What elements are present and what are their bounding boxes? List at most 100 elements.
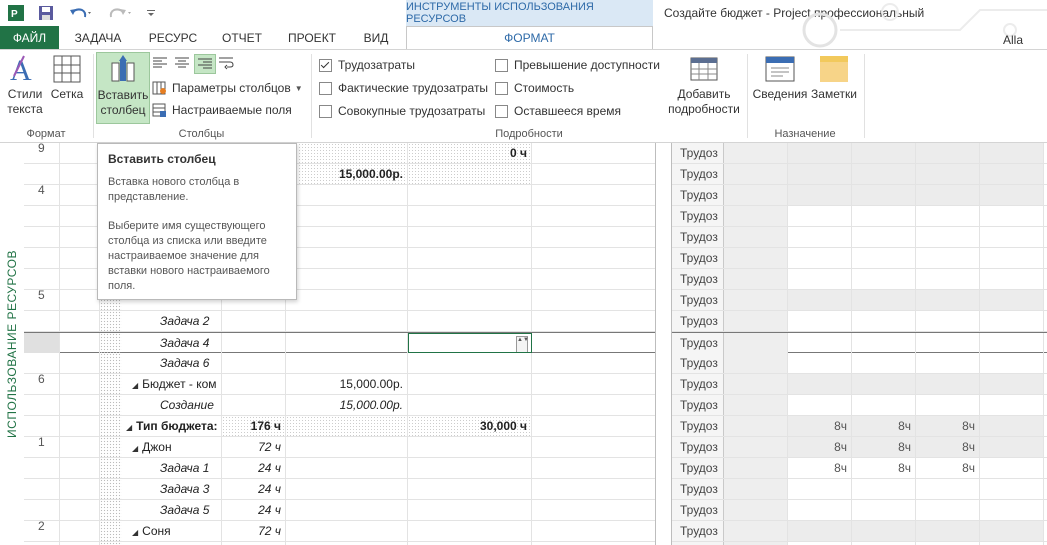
row-id[interactable] bbox=[24, 395, 60, 415]
timephased-cell[interactable] bbox=[852, 500, 916, 520]
detail-cell[interactable]: 30,000 ч bbox=[408, 416, 532, 436]
timephased-cell[interactable] bbox=[724, 333, 788, 353]
cost-cell[interactable] bbox=[286, 521, 408, 541]
cost-cell[interactable] bbox=[286, 437, 408, 457]
row-id[interactable]: 5 bbox=[24, 290, 60, 310]
timephased-cell[interactable] bbox=[916, 395, 980, 415]
timephased-cell[interactable] bbox=[916, 311, 980, 331]
timephased-row[interactable]: Трудоз 8ч 8ч 8ч bbox=[672, 437, 1047, 458]
timephased-cell[interactable] bbox=[916, 185, 980, 205]
work-cell[interactable]: 72 ч bbox=[222, 521, 286, 541]
cost-cell[interactable] bbox=[286, 185, 408, 205]
table-row[interactable]: Задача 5 24 ч bbox=[24, 500, 672, 521]
timephased-cell[interactable] bbox=[724, 143, 788, 163]
timephased-row[interactable]: Трудоз bbox=[672, 353, 1047, 374]
detail-cell[interactable] bbox=[408, 437, 532, 457]
empty-cell[interactable] bbox=[532, 206, 672, 226]
detail-cell[interactable] bbox=[408, 353, 532, 373]
empty-cell[interactable] bbox=[532, 227, 672, 247]
resource-name-cell[interactable]: Задача 5 bbox=[122, 500, 222, 520]
timephased-cell[interactable]: 8ч bbox=[916, 458, 980, 478]
work-cell[interactable] bbox=[222, 311, 286, 331]
table-row[interactable]: Задача 4 ▲▼ bbox=[24, 332, 672, 353]
remaining-availability-checkbox[interactable]: Оставшееся время bbox=[495, 104, 621, 118]
timephased-cell[interactable] bbox=[852, 374, 916, 394]
empty-cell[interactable] bbox=[532, 479, 672, 499]
timephased-row[interactable]: Трудоз bbox=[672, 248, 1047, 269]
timephased-cell[interactable] bbox=[852, 333, 916, 353]
timephased-cell[interactable] bbox=[788, 290, 852, 310]
cost-cell[interactable] bbox=[286, 479, 408, 499]
empty-cell[interactable] bbox=[532, 185, 672, 205]
notes-button[interactable]: Заметки bbox=[808, 52, 860, 102]
empty-cell[interactable] bbox=[532, 458, 672, 478]
cost-cell[interactable] bbox=[286, 416, 408, 436]
timephased-cell[interactable] bbox=[980, 500, 1044, 520]
timephased-cell[interactable] bbox=[788, 333, 852, 353]
timephased-row[interactable]: Трудоз bbox=[672, 164, 1047, 185]
timephased-cell[interactable] bbox=[852, 227, 916, 247]
information-button[interactable]: Сведения bbox=[752, 52, 808, 102]
timephased-cell[interactable] bbox=[980, 353, 1044, 373]
timephased-cell[interactable]: 8ч bbox=[788, 458, 852, 478]
cost-cell[interactable] bbox=[286, 143, 408, 163]
timephased-cell[interactable] bbox=[852, 143, 916, 163]
timephased-cell[interactable] bbox=[980, 248, 1044, 268]
timephased-cell[interactable] bbox=[980, 437, 1044, 457]
timephased-cell[interactable] bbox=[852, 395, 916, 415]
detail-cell[interactable] bbox=[408, 395, 532, 415]
timephased-cell[interactable] bbox=[980, 479, 1044, 499]
table-row[interactable]: 2 ◢ Соня 72 ч bbox=[24, 521, 672, 542]
timephased-cell[interactable] bbox=[724, 206, 788, 226]
resource-name-cell[interactable]: ◢ Тип бюджета: Т bbox=[122, 416, 222, 436]
align-right-button[interactable] bbox=[194, 54, 216, 74]
work-cell[interactable] bbox=[222, 353, 286, 373]
timephased-cell[interactable] bbox=[980, 269, 1044, 289]
row-id[interactable] bbox=[24, 206, 60, 226]
timephased-row[interactable]: Трудоз bbox=[672, 227, 1047, 248]
timephased-cell[interactable] bbox=[724, 374, 788, 394]
resource-name-cell[interactable]: ◢ Бюджет - ком bbox=[122, 374, 222, 394]
timephased-cell[interactable] bbox=[724, 248, 788, 268]
detail-cell[interactable] bbox=[408, 206, 532, 226]
cost-checkbox[interactable]: Стоимость bbox=[495, 81, 574, 95]
detail-cell[interactable] bbox=[408, 374, 532, 394]
column-settings-button[interactable]: Параметры столбцов ▼ bbox=[152, 81, 303, 95]
empty-cell[interactable] bbox=[532, 374, 672, 394]
timephased-cell[interactable] bbox=[916, 143, 980, 163]
save-icon[interactable] bbox=[36, 3, 56, 23]
tab-resource[interactable]: РЕСУРС bbox=[140, 26, 206, 49]
timephased-cell[interactable]: 8ч bbox=[852, 416, 916, 436]
work-cell[interactable] bbox=[222, 333, 286, 353]
timephased-row[interactable]: Трудоз bbox=[672, 374, 1047, 395]
timephased-cell[interactable] bbox=[980, 521, 1044, 541]
timephased-cell[interactable] bbox=[788, 227, 852, 247]
timephased-cell[interactable] bbox=[724, 311, 788, 331]
timephased-cell[interactable] bbox=[980, 416, 1044, 436]
timephased-cell[interactable] bbox=[788, 206, 852, 226]
row-id[interactable] bbox=[24, 458, 60, 478]
timephased-cell[interactable]: 8ч bbox=[852, 458, 916, 478]
timephased-row[interactable]: Трудоз bbox=[672, 395, 1047, 416]
row-id[interactable]: 2 bbox=[24, 521, 60, 541]
row-id[interactable]: 6 bbox=[24, 374, 60, 394]
timephased-cell[interactable] bbox=[852, 290, 916, 310]
spinner-icon[interactable]: ▲▼ bbox=[516, 336, 529, 352]
timephased-cell[interactable] bbox=[724, 500, 788, 520]
timephased-cell[interactable] bbox=[852, 269, 916, 289]
timephased-cell[interactable] bbox=[980, 227, 1044, 247]
wrap-text-button[interactable] bbox=[218, 56, 236, 74]
project-app-icon[interactable]: P bbox=[6, 3, 26, 23]
timephased-cell[interactable] bbox=[980, 374, 1044, 394]
cost-cell[interactable]: 15,000.00р. bbox=[286, 395, 408, 415]
timephased-row[interactable]: Трудоз bbox=[672, 143, 1047, 164]
timephased-cell[interactable] bbox=[916, 479, 980, 499]
row-id[interactable]: 4 bbox=[24, 185, 60, 205]
view-splitter[interactable] bbox=[655, 143, 672, 545]
work-cell[interactable]: 72 ч bbox=[222, 437, 286, 457]
checkbox[interactable] bbox=[319, 81, 332, 95]
cost-cell[interactable] bbox=[286, 311, 408, 331]
detail-cell[interactable] bbox=[408, 500, 532, 520]
undo-icon[interactable] bbox=[66, 3, 96, 23]
checkbox[interactable] bbox=[495, 58, 508, 72]
